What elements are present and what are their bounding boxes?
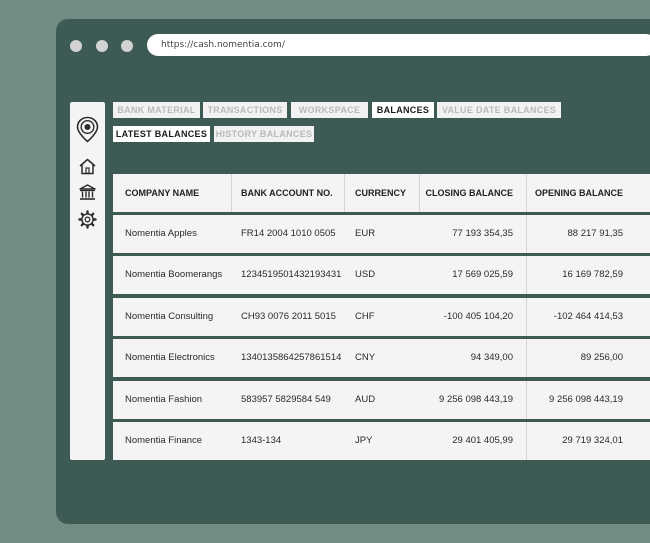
cell-opening-balance: 29 719 324,01 [562,435,623,446]
cell-closing-balance: 17 569 025,59 [452,269,513,280]
cell-account: 1234519501432193431 [241,269,342,280]
home-icon[interactable] [77,156,98,177]
sidebar [70,102,105,460]
header-closing-balance[interactable]: CLOSING BALANCE [426,174,514,212]
table-row[interactable]: Nomentia Consulting CH93 0076 2011 5015 … [113,298,650,336]
cell-company: Nomentia Finance [125,435,203,446]
cell-account: 1340135864257861514 [241,352,342,363]
cell-currency: CHF [355,311,375,322]
cell-company: Nomentia Consulting [125,311,214,322]
cell-opening-balance: -102 464 414,53 [553,311,623,322]
cell-opening-balance: 88 217 91,35 [567,228,623,239]
cell-closing-balance: -100 405 104,20 [443,311,513,322]
cell-currency: EUR [355,228,376,239]
cell-currency: AUD [355,394,376,405]
table-header-row: COMPANY NAME BANK ACCOUNT NO. CURRENCY C… [113,174,650,212]
gear-icon[interactable] [77,209,98,230]
tab-bank-material[interactable]: BANK MATERIAL [113,102,200,118]
tab-value-date-balances[interactable]: VALUE DATE BALANCES [437,102,561,118]
cell-closing-balance: 9 256 098 443,19 [439,394,513,405]
cell-currency: CNY [355,352,376,363]
cell-account: FR14 2004 1010 0505 [241,228,336,239]
bank-icon[interactable] [77,182,98,203]
table-row[interactable]: Nomentia Fashion 583957 5829584 549 AUD … [113,381,650,419]
header-bank-account[interactable]: BANK ACCOUNT NO. [241,174,333,212]
cell-company: Nomentia Boomerangs [125,269,223,280]
cell-currency: JPY [355,435,373,446]
table-row[interactable]: Nomentia Finance 1343-134 JPY 29 401 405… [113,422,650,460]
cell-opening-balance: 89 256,00 [580,352,623,363]
window-close-dot[interactable] [70,40,82,52]
cell-company: Nomentia Apples [125,228,197,239]
header-opening-balance[interactable]: OPENING BALANCE [535,174,623,212]
cell-currency: USD [355,269,376,280]
cell-closing-balance: 94 349,00 [470,352,513,363]
cell-opening-balance: 16 169 782,59 [562,269,623,280]
cell-company: Nomentia Fashion [125,394,203,405]
location-pin-icon[interactable] [76,116,99,143]
tab-balances[interactable]: BALANCES [372,102,434,118]
cell-account: 1343-134 [241,435,282,446]
tab-workspace[interactable]: WORKSPACE [291,102,368,118]
cell-company: Nomentia Electronics [125,352,215,363]
header-currency[interactable]: CURRENCY [355,174,406,212]
window-maximize-dot[interactable] [121,40,133,52]
address-bar[interactable]: https://cash.nomentia.com/ [147,34,650,56]
subtab-latest-balances[interactable]: LATEST BALANCES [113,126,210,142]
cell-closing-balance: 77 193 354,35 [452,228,513,239]
cell-account: 583957 5829584 549 [241,394,331,405]
tab-transactions[interactable]: TRANSACTIONS [203,102,287,118]
table-row[interactable]: Nomentia Apples FR14 2004 1010 0505 EUR … [113,215,650,253]
table-row[interactable]: Nomentia Boomerangs 1234519501432193431 … [113,256,650,294]
header-company-name[interactable]: COMPANY NAME [125,174,199,212]
cell-opening-balance: 9 256 098 443,19 [549,394,623,405]
cell-account: CH93 0076 2011 5015 [241,311,336,322]
cell-closing-balance: 29 401 405,99 [452,435,513,446]
table-row[interactable]: Nomentia Electronics 1340135864257861514… [113,339,650,377]
window-minimize-dot[interactable] [96,40,108,52]
subtab-history-balances[interactable]: HISTORY BALANCES [214,126,314,142]
